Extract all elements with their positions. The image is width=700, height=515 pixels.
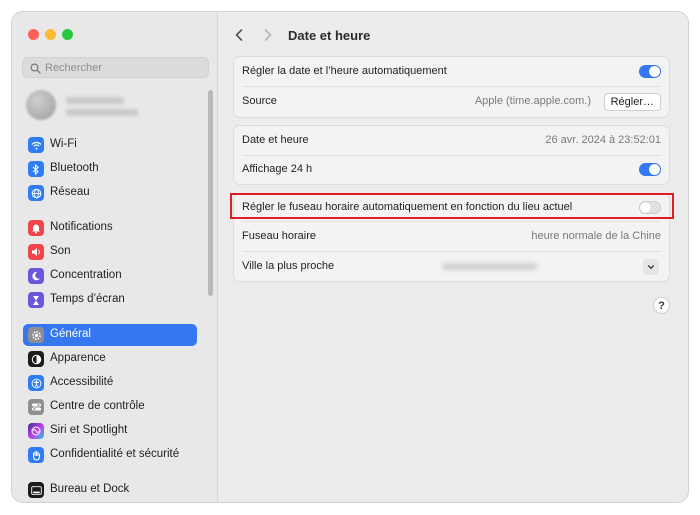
sidebar-item-label: Apparence — [50, 352, 106, 364]
sidebar-item-label: Concentration — [50, 269, 122, 281]
h24-toggle[interactable] — [639, 163, 661, 176]
sidebar-item-label: Centre de contrôle — [50, 400, 145, 412]
sidebar-item-label: Accessibilité — [50, 376, 114, 388]
sidebar-item-network[interactable]: Réseau — [23, 182, 197, 204]
appearance-icon — [28, 351, 44, 367]
city-value-blurred — [442, 263, 537, 270]
back-button[interactable] — [234, 26, 244, 47]
sidebar-item-label: Bluetooth — [50, 162, 99, 174]
time-zone-value: heure normale de la Chine — [531, 230, 661, 242]
date-time-panel: Date et heure 26 avr. 2024 à 23:52:01 Af… — [233, 125, 670, 185]
sidebar-item-screen-time[interactable]: Temps d’écran — [23, 289, 197, 311]
bluetooth-icon — [28, 161, 44, 177]
moon-icon — [28, 268, 44, 284]
main-content: Date et heure Régler la date et l’heure … — [218, 12, 688, 502]
h24-row: Affichage 24 h — [234, 155, 669, 185]
sidebar-item-siri-spotlight[interactable]: Siri et Spotlight — [23, 420, 197, 442]
bell-icon — [28, 220, 44, 236]
account-subtitle-blurred — [66, 109, 138, 116]
automatic-time-panel: Régler la date et l’heure automatiquemen… — [233, 56, 670, 118]
sidebar-item-focus[interactable]: Concentration — [23, 265, 197, 287]
sidebar-item-label: Wi‑Fi — [50, 138, 77, 150]
auto-time-toggle[interactable] — [639, 65, 661, 78]
sidebar-item-control-center[interactable]: Centre de contrôle — [23, 396, 197, 418]
date-time-value[interactable]: 26 avr. 2024 à 23:52:01 — [545, 134, 661, 146]
search-field[interactable] — [22, 57, 209, 78]
hourglass-icon — [28, 292, 44, 308]
sidebar-item-label: Notifications — [50, 221, 113, 233]
wifi-icon — [28, 137, 44, 153]
sidebar-item-general[interactable]: Général — [23, 324, 197, 346]
page-title: Date et heure — [288, 28, 371, 43]
close-window-button[interactable] — [28, 29, 39, 40]
sidebar-item-label: Général — [50, 328, 91, 340]
dock-icon — [28, 482, 44, 498]
settings-window: Wi‑Fi Bluetooth Réseau Notifications Son — [12, 12, 688, 502]
highlight-box — [230, 193, 674, 219]
chevron-right-icon — [264, 29, 272, 41]
source-row: Source Apple (time.apple.com.) Régler… — [234, 87, 669, 117]
closest-city-row: Ville la plus proche — [234, 252, 669, 282]
gear-icon — [28, 327, 44, 343]
account-name-blurred — [66, 97, 124, 104]
avatar — [26, 90, 56, 120]
source-label: Source — [242, 95, 277, 107]
control-center-icon — [28, 399, 44, 415]
sidebar-item-label: Siri et Spotlight — [50, 424, 128, 436]
forward-button[interactable] — [263, 26, 273, 47]
closest-city-select[interactable] — [436, 258, 661, 276]
chevron-updown-icon — [643, 259, 659, 275]
toggle-knob — [649, 66, 660, 77]
search-input[interactable] — [45, 59, 195, 76]
sidebar-item-bluetooth[interactable]: Bluetooth — [23, 158, 197, 180]
sidebar: Wi‑Fi Bluetooth Réseau Notifications Son — [12, 12, 218, 502]
sidebar-item-label: Confidentialité et sécurité — [50, 448, 180, 460]
closest-city-label: Ville la plus proche — [242, 260, 335, 272]
sidebar-item-wifi[interactable]: Wi‑Fi — [23, 134, 197, 156]
date-time-label: Date et heure — [242, 134, 309, 146]
sidebar-item-label: Temps d’écran — [50, 293, 125, 305]
sidebar-item-accessibility[interactable]: Accessibilité — [23, 372, 197, 394]
time-zone-row: Fuseau horaire heure normale de la Chine — [234, 222, 669, 252]
globe-icon — [28, 185, 44, 201]
toggle-knob — [649, 164, 660, 175]
sidebar-item-desktop-dock[interactable]: Bureau et Dock — [23, 479, 197, 501]
sidebar-item-appearance[interactable]: Apparence — [23, 348, 197, 370]
zoom-window-button[interactable] — [62, 29, 73, 40]
h24-label: Affichage 24 h — [242, 163, 313, 175]
speaker-icon — [28, 244, 44, 260]
sidebar-scrollbar[interactable] — [208, 90, 213, 296]
sidebar-item-label: Réseau — [50, 186, 90, 198]
search-icon — [30, 61, 41, 79]
sidebar-item-privacy-security[interactable]: Confidentialité et sécurité — [23, 444, 197, 466]
set-button[interactable]: Régler… — [603, 93, 661, 111]
sidebar-item-label: Son — [50, 245, 71, 257]
sidebar-item-notifications[interactable]: Notifications — [23, 217, 197, 239]
date-time-row: Date et heure 26 avr. 2024 à 23:52:01 — [234, 126, 669, 156]
hand-icon — [28, 447, 44, 463]
accessibility-icon — [28, 375, 44, 391]
auto-time-label: Régler la date et l’heure automatiquemen… — [242, 65, 447, 77]
sidebar-item-sound[interactable]: Son — [23, 241, 197, 263]
chevron-left-icon — [235, 29, 243, 41]
auto-time-row: Régler la date et l’heure automatiquemen… — [234, 57, 669, 87]
sidebar-item-label: Bureau et Dock — [50, 483, 130, 495]
help-button[interactable]: ? — [653, 297, 670, 314]
minimize-window-button[interactable] — [45, 29, 56, 40]
time-zone-label: Fuseau horaire — [242, 230, 316, 242]
source-value: Apple (time.apple.com.) — [474, 95, 591, 107]
account-card[interactable] — [26, 90, 206, 124]
siri-icon — [28, 423, 44, 439]
